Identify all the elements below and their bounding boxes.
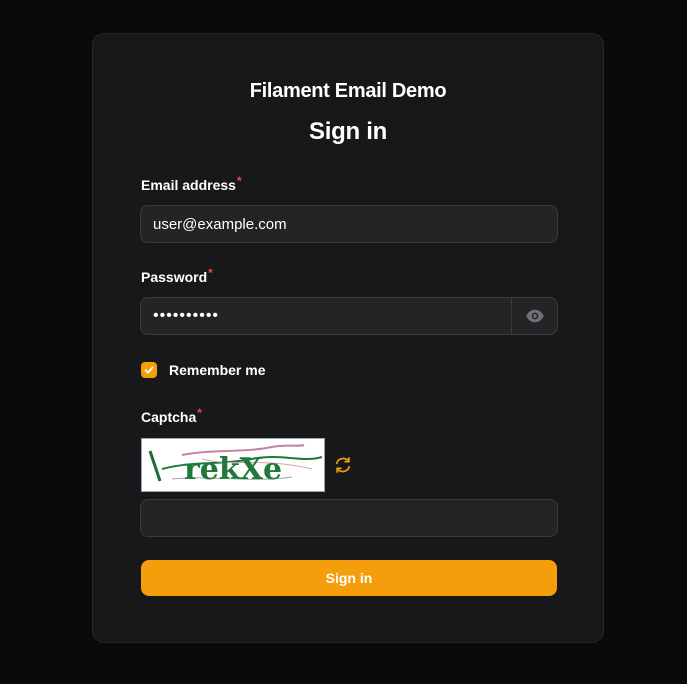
eye-icon [525,309,544,323]
sign-in-button[interactable]: Sign in [141,560,557,596]
remember-label[interactable]: Remember me [169,362,266,378]
email-required-mark: * [236,174,242,188]
password-field[interactable]: •••••••••• [140,297,558,335]
refresh-icon [335,457,351,473]
captcha-label: Captcha* [141,406,202,425]
email-value: user@example.com [153,215,287,233]
login-card: Filament Email Demo Sign in Email addres… [92,33,604,643]
captcha-row: rekXe [141,438,353,492]
captcha-image: rekXe [141,438,325,492]
password-required-mark: * [208,266,213,280]
email-label: Email address* [141,174,242,193]
check-icon [144,366,154,374]
brand-name: Filament Email Demo [249,80,447,102]
email-label-text: Email address [141,177,236,193]
page-title: Sign in [309,118,387,145]
password-toggle-button[interactable] [511,298,557,334]
password-value: •••••••••• [153,307,220,324]
captcha-refresh-button[interactable] [333,455,353,475]
captcha-label-text: Captcha [141,409,197,425]
captcha-required-mark: * [197,406,202,420]
remember-me: Remember me [141,362,266,378]
captcha-text: rekXe [184,452,282,487]
password-label-text: Password [141,269,208,285]
email-field[interactable]: user@example.com [140,205,558,243]
remember-checkbox[interactable] [141,362,157,378]
captcha-input[interactable] [140,499,558,537]
password-label: Password* [141,266,213,285]
